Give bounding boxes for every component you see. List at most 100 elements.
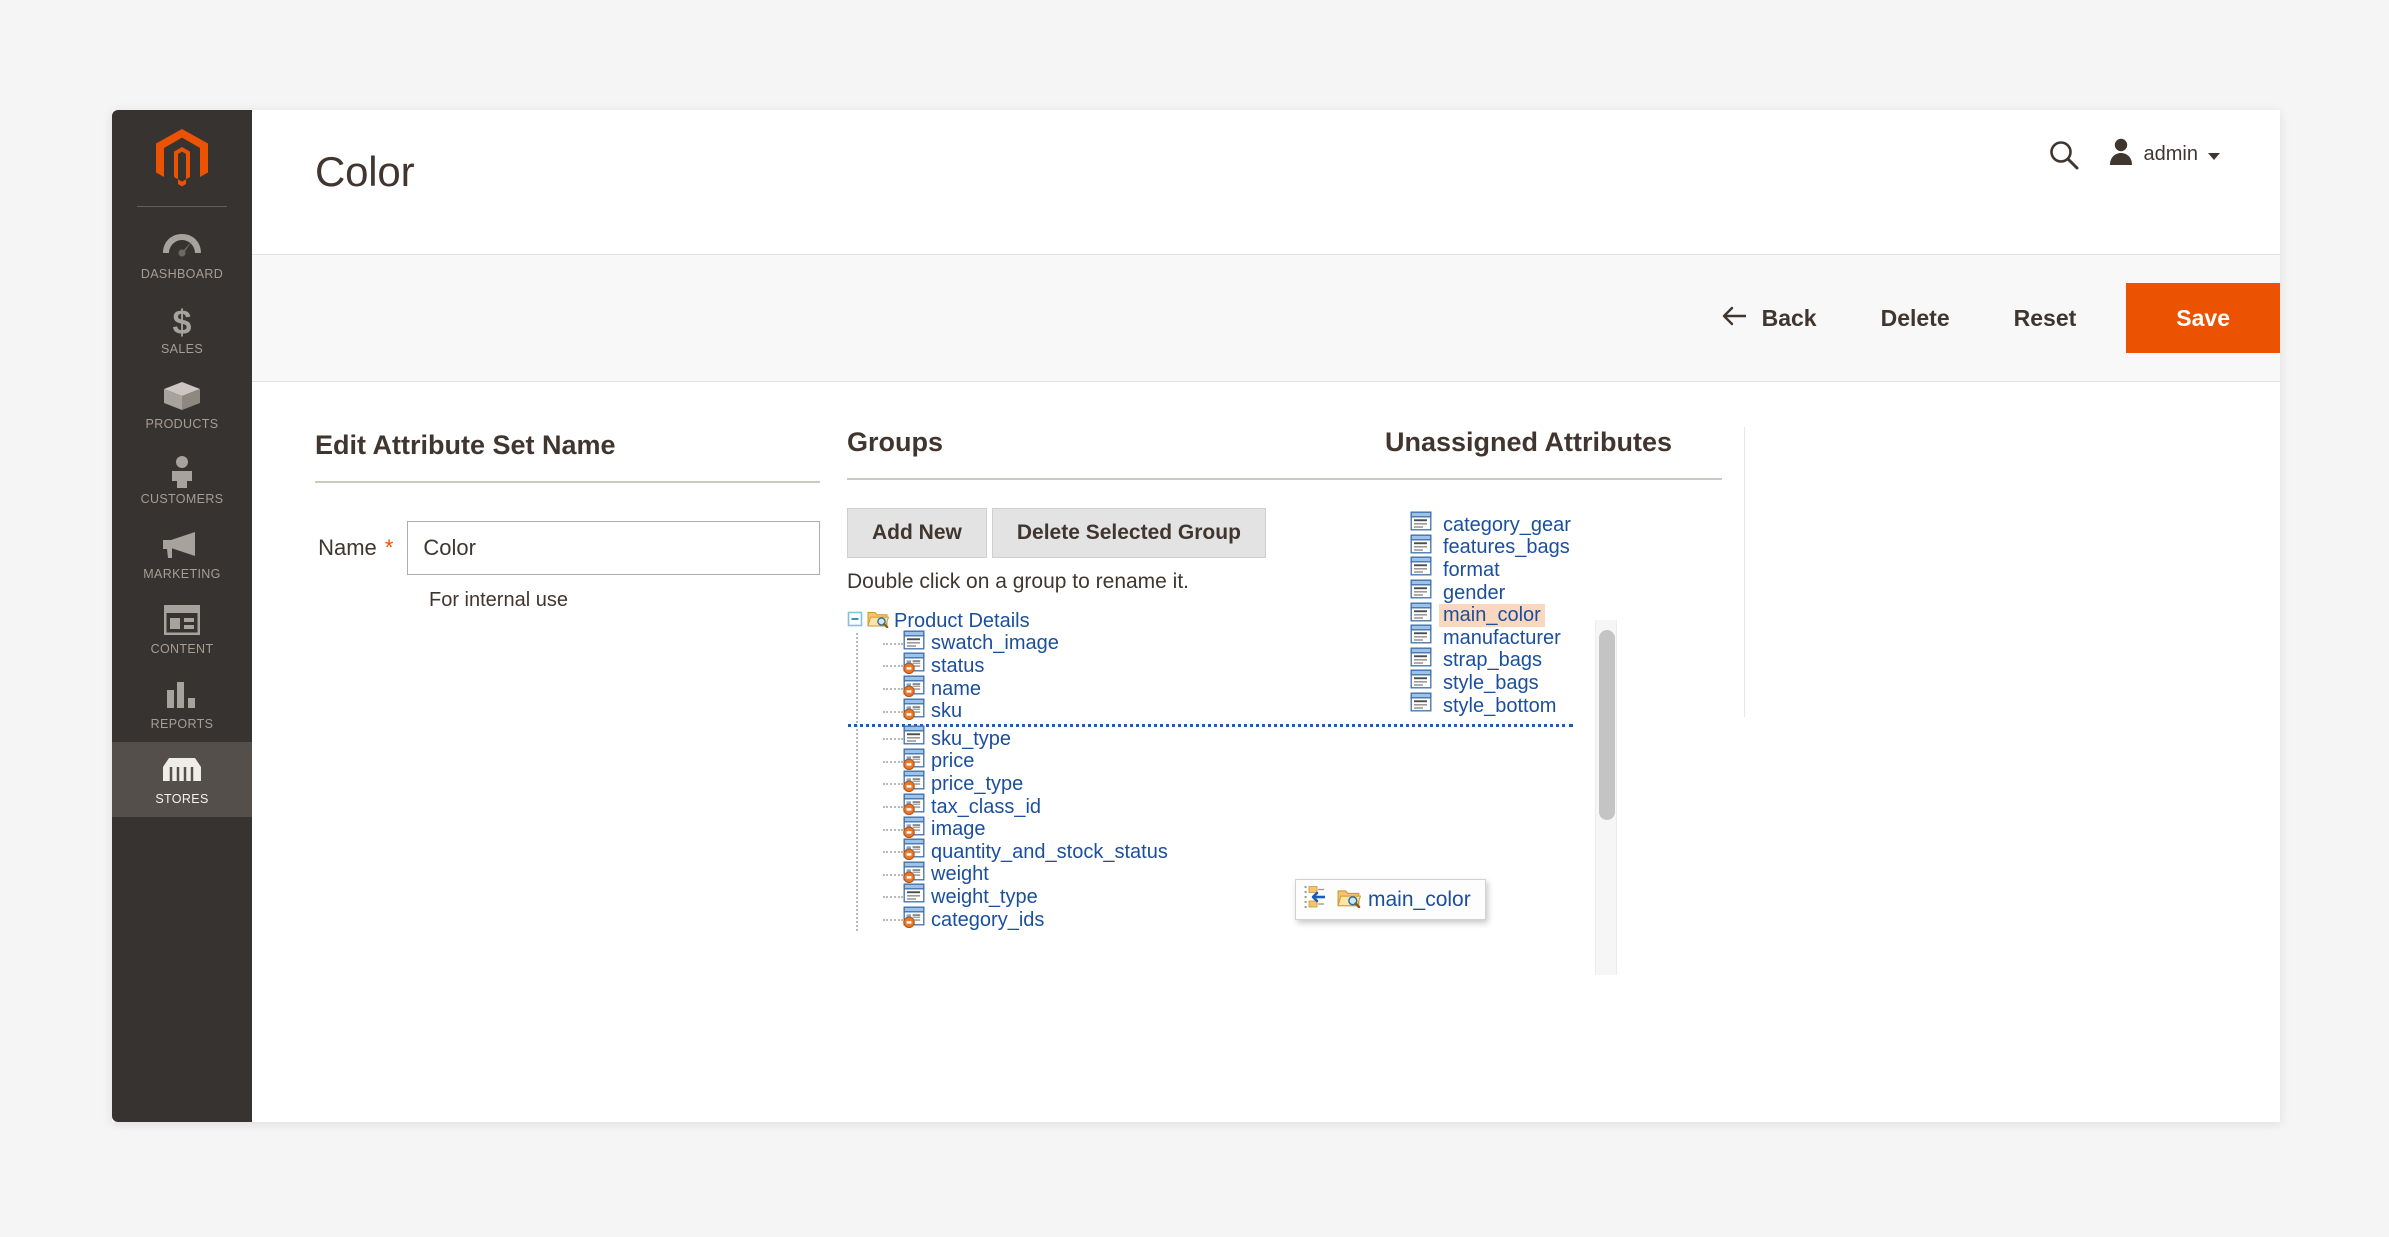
form-lock-icon: [903, 698, 926, 726]
minus-box-icon[interactable]: [847, 611, 863, 632]
megaphone-icon: [112, 530, 252, 564]
sidebar-item-dashboard[interactable]: DASHBOARD: [112, 217, 252, 292]
unassigned-attribute-label: features_bags: [1443, 536, 1570, 559]
header-actions: admin: [2048, 138, 2220, 171]
chevron-down-icon: [2208, 152, 2220, 160]
magento-logo[interactable]: [112, 110, 252, 206]
tree-connector: [883, 783, 903, 786]
search-icon[interactable]: [2048, 139, 2080, 171]
name-input[interactable]: [407, 521, 820, 575]
tree-connector: [883, 665, 903, 668]
required-marker: *: [384, 535, 394, 560]
unassigned-attribute-label: strap_bags: [1443, 649, 1542, 672]
unassigned-attribute-item[interactable]: gender: [1410, 579, 1722, 605]
tree-attribute-label: swatch_image: [931, 632, 1059, 655]
unassigned-panel-heading: Unassigned Attributes: [1385, 427, 1673, 457]
sidebar-item-stores[interactable]: STORES: [112, 742, 252, 817]
tree-attribute-label: price: [931, 750, 975, 773]
unassigned-attribute-label: style_bags: [1443, 671, 1539, 694]
tree-attribute-label: image: [931, 818, 986, 841]
sidebar-item-label: STORES: [155, 792, 209, 806]
unassigned-attribute-label: gender: [1443, 581, 1506, 604]
unassigned-attribute-item[interactable]: main_color: [1410, 602, 1722, 628]
unassigned-attribute-label: style_bottom: [1443, 694, 1557, 717]
unassigned-attribute-item[interactable]: strap_bags: [1410, 647, 1722, 673]
name-field-label-wrap: Name *: [315, 535, 407, 561]
tree-attribute-node[interactable]: weight_type: [883, 883, 1617, 909]
delete-selected-group-button[interactable]: Delete Selected Group: [991, 508, 1266, 558]
unassigned-attribute-item[interactable]: style_bags: [1410, 670, 1722, 695]
unassigned-attributes-list: category_gear features_bags format gender ma…: [1385, 511, 1722, 720]
tree-connector: [883, 710, 903, 713]
name-field-row: Name *: [315, 521, 820, 575]
sidebar-item-customers[interactable]: CUSTOMERS: [112, 442, 252, 517]
unassigned-attribute-item[interactable]: category_gear: [1410, 511, 1722, 537]
tree-attribute-label: sku_type: [931, 727, 1012, 750]
unassigned-attribute-item[interactable]: format: [1410, 557, 1722, 582]
person-icon: [112, 455, 252, 489]
form-icon: [1410, 692, 1433, 720]
delete-button[interactable]: Delete: [1849, 305, 1982, 332]
sidebar-item-content[interactable]: CONTENT: [112, 592, 252, 667]
box-icon: [112, 380, 252, 414]
tree-attribute-node[interactable]: quantity_and_stock_status: [883, 838, 1617, 864]
unassigned-attribute-item[interactable]: manufacturer: [1410, 624, 1722, 650]
user-name: admin: [2143, 143, 2198, 165]
storefront-icon: [112, 755, 252, 789]
drag-proxy: main_color: [1295, 879, 1486, 920]
admin-page: DASHBOARD $ SALES PRODUCTS CUSTOMERS MAR…: [112, 110, 2280, 1122]
page-header: Color admin: [252, 110, 2280, 255]
tree-attribute-label: tax_class_id: [931, 795, 1042, 818]
tree-attribute-node[interactable]: sku_type: [883, 725, 1617, 751]
tree-connector: [883, 828, 903, 831]
tree-connector: [883, 806, 903, 809]
save-button[interactable]: Save: [2126, 283, 2280, 353]
unassigned-attribute-label: manufacturer: [1443, 626, 1561, 649]
sidebar-item-marketing[interactable]: MARKETING: [112, 517, 252, 592]
user-avatar-icon: [2108, 138, 2134, 171]
sidebar-item-label: REPORTS: [150, 717, 214, 731]
dollar-sign-icon: $: [112, 305, 252, 339]
tree-connector: [883, 738, 903, 741]
back-button[interactable]: Back: [1690, 305, 1849, 332]
main-sidebar: DASHBOARD $ SALES PRODUCTS CUSTOMERS MAR…: [112, 110, 252, 1122]
add-new-group-button[interactable]: Add New: [847, 508, 987, 558]
reset-button[interactable]: Reset: [1982, 305, 2109, 332]
left-panel-rule: [315, 481, 820, 483]
tree-connector: [883, 919, 903, 922]
tree-attribute-label: name: [931, 677, 982, 700]
sidebar-divider: [137, 206, 227, 207]
tree-attribute-node[interactable]: category_ids: [883, 906, 1617, 934]
form-lock-icon: [903, 906, 926, 934]
unassigned-attribute-item[interactable]: style_bottom: [1410, 692, 1722, 720]
tree-attribute-node[interactable]: price: [883, 748, 1617, 774]
tree-attribute-node[interactable]: tax_class_id: [883, 793, 1617, 819]
sidebar-item-products[interactable]: PRODUCTS: [112, 367, 252, 442]
sidebar-item-label: SALES: [160, 342, 204, 356]
svg-text:$: $: [173, 305, 192, 339]
dashboard-gauge-icon: [112, 230, 252, 264]
name-field-note: For internal use: [429, 589, 568, 611]
unassigned-panel-rule: [1385, 478, 1722, 480]
sidebar-item-sales[interactable]: $ SALES: [112, 292, 252, 367]
tree-attribute-node[interactable]: price_type: [883, 771, 1617, 796]
unassigned-attribute-label: format: [1443, 558, 1500, 581]
user-menu[interactable]: admin: [2108, 138, 2220, 171]
tree-connector: [883, 642, 903, 645]
unassigned-attribute-item[interactable]: features_bags: [1410, 534, 1722, 560]
drag-proxy-label: main_color: [1368, 887, 1471, 911]
tree-attribute-node[interactable]: image: [883, 816, 1617, 841]
tree-connector: [883, 851, 903, 854]
bar-chart-icon: [112, 680, 252, 714]
tree-connector: [883, 688, 903, 691]
left-panel-heading: Edit Attribute Set Name: [315, 430, 616, 460]
tree-attribute-label: price_type: [931, 772, 1024, 795]
sidebar-item-reports[interactable]: REPORTS: [112, 667, 252, 742]
magento-logo-icon: [156, 129, 208, 187]
folder-search-icon: [867, 610, 890, 633]
tree-attribute-label: weight: [931, 863, 989, 886]
tree-connector: [883, 873, 903, 876]
sidebar-item-label: CUSTOMERS: [140, 492, 224, 506]
unassigned-attribute-label: main_color: [1439, 604, 1545, 628]
tree-attribute-node[interactable]: weight: [883, 861, 1617, 887]
